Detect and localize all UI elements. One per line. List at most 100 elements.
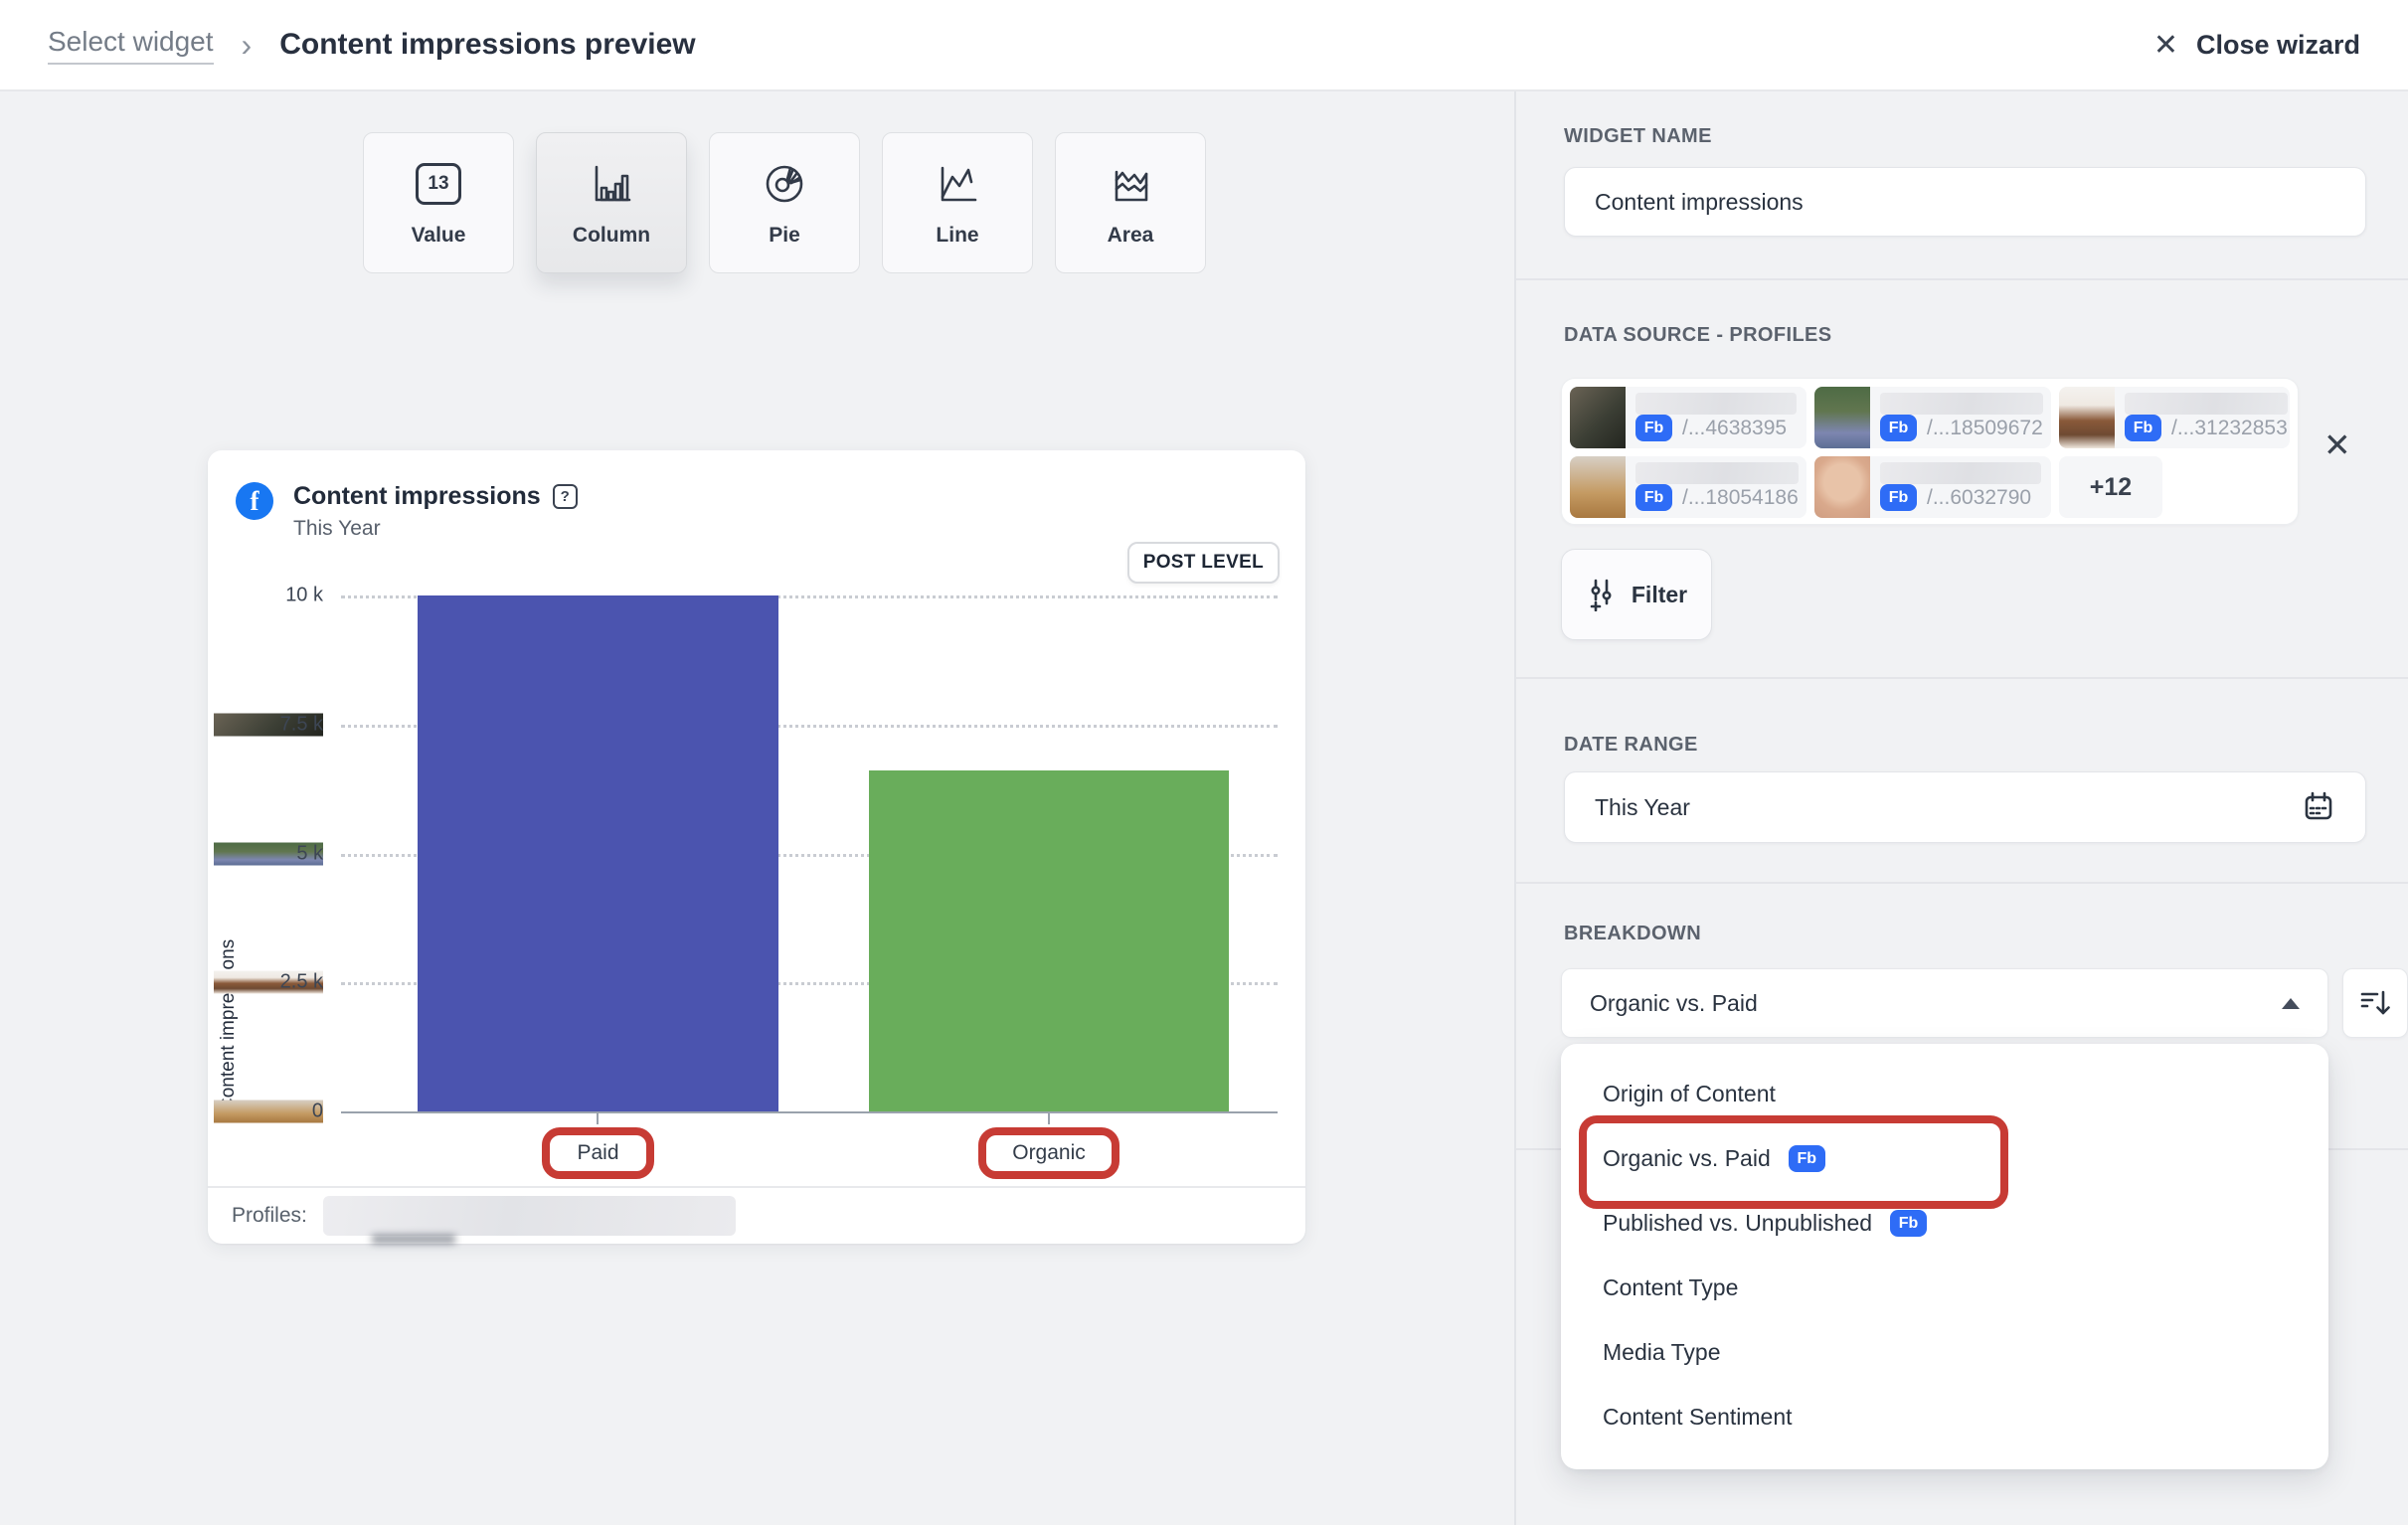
widget-type-label: Value — [412, 224, 466, 248]
close-wizard-label: Close wizard — [2196, 30, 2360, 61]
date-range-input[interactable]: This Year — [1564, 771, 2366, 843]
chart-subtitle: This Year — [293, 517, 578, 541]
widget-type-pie[interactable]: Pie — [709, 132, 860, 273]
facebook-badge: Fb — [1880, 415, 1917, 441]
menu-item-label: Published vs. Unpublished — [1603, 1210, 1872, 1237]
facebook-badge: Fb — [1635, 484, 1672, 511]
widget-type-line[interactable]: Line — [882, 132, 1033, 273]
profile-id: /...4638395 — [1682, 417, 1787, 440]
profile-id: /...18054186 — [1682, 486, 1799, 510]
remove-data-source-icon[interactable]: ✕ — [2323, 425, 2351, 464]
profile-chip[interactable]: Fb /...31232853 — [2059, 387, 2290, 448]
bar-chart: Content impressions 10 k 7.5 k 5 k 2.5 k… — [341, 595, 1278, 1111]
area-chart-icon — [1107, 158, 1154, 210]
menu-item-label: Media Type — [1603, 1339, 1720, 1366]
bar-paid[interactable] — [418, 595, 778, 1111]
blurred-profile-name — [1635, 462, 1799, 484]
filter-button-label: Filter — [1632, 582, 1687, 608]
menu-item-label: Origin of Content — [1603, 1081, 1776, 1107]
menu-item-published-vs-unpublished[interactable]: Published vs. Unpublished Fb — [1561, 1191, 2328, 1256]
profile-avatar — [2059, 387, 2115, 448]
facebook-badge: Fb — [1890, 1210, 1927, 1237]
widget-type-value[interactable]: 13 Value — [363, 132, 514, 273]
profile-avatar — [1814, 387, 1870, 448]
blurred-profile-name — [1635, 393, 1797, 415]
breakdown-dropdown-menu: Origin of Content Organic vs. Paid Fb Pu… — [1561, 1044, 2328, 1469]
date-range-label: DATE RANGE — [1564, 734, 1698, 757]
date-range-value: This Year — [1595, 794, 1690, 821]
y-tick-label: 10 k — [214, 585, 323, 607]
profiles-label: Profiles: — [232, 1204, 307, 1228]
widget-type-label: Pie — [769, 224, 800, 248]
breakdown-label: BREAKDOWN — [1564, 923, 1701, 945]
widget-type-label: Column — [573, 224, 650, 248]
blurred-profile-name — [2125, 393, 2288, 415]
widget-name-input[interactable] — [1564, 167, 2366, 237]
y-tick-label: 2.5 k — [214, 971, 323, 994]
chart-title: Content impressions — [293, 482, 541, 511]
profile-id: /...18509672 — [1927, 417, 2043, 440]
profiles-container: Fb /...4638395 Fb /...18509672 Fb /...31… — [1561, 378, 2299, 525]
menu-item-label: Content Sentiment — [1603, 1404, 1793, 1431]
menu-item-label: Organic vs. Paid — [1603, 1145, 1771, 1172]
section-divider — [1516, 278, 2408, 280]
menu-item-origin-of-content[interactable]: Origin of Content — [1561, 1062, 2328, 1126]
chart-preview-card: f Content impressions ? This Year POST L… — [208, 450, 1305, 1244]
x-category-label: Organic — [1012, 1141, 1086, 1164]
calendar-icon — [2302, 790, 2335, 824]
profile-avatar — [1570, 387, 1626, 448]
caret-up-icon — [2282, 998, 2300, 1009]
close-wizard-button[interactable]: ✕ Close wizard — [2153, 28, 2360, 63]
menu-item-content-type[interactable]: Content Type — [1561, 1256, 2328, 1320]
pie-chart-icon — [761, 158, 808, 210]
filter-button[interactable]: Filter — [1561, 549, 1712, 640]
breakdown-selected-value: Organic vs. Paid — [1590, 990, 1758, 1017]
chevron-right-icon: › — [242, 27, 253, 64]
annotation-box-paid: Paid — [542, 1127, 654, 1179]
widget-type-selector: 13 Value Column — [363, 132, 1206, 273]
cut-off-text — [372, 1235, 455, 1244]
facebook-badge: Fb — [1635, 415, 1672, 441]
value-widget-icon: 13 — [416, 158, 461, 210]
column-chart-icon — [588, 158, 635, 210]
settings-sidebar: WIDGET NAME DATA SOURCE - PROFILES Fb /.… — [1514, 91, 2408, 1525]
facebook-badge: Fb — [2125, 415, 2161, 441]
breakdown-select[interactable]: Organic vs. Paid — [1561, 968, 2328, 1038]
profile-chip[interactable]: Fb /...6032790 — [1814, 456, 2051, 518]
topbar: Select widget › Content impressions prev… — [0, 0, 2408, 91]
chart-card-footer: Profiles: — [208, 1186, 1305, 1244]
y-tick-label: 7.5 k — [214, 713, 323, 736]
menu-item-organic-vs-paid[interactable]: Organic vs. Paid Fb — [1561, 1126, 2328, 1191]
profile-avatar — [1570, 456, 1626, 518]
widget-type-label: Line — [936, 224, 978, 248]
blurred-profiles-value — [323, 1196, 736, 1236]
menu-item-content-sentiment[interactable]: Content Sentiment — [1561, 1385, 2328, 1449]
profile-chip[interactable]: Fb /...18054186 — [1570, 456, 1806, 518]
widget-wizard: Select widget › Content impressions prev… — [0, 0, 2408, 1525]
data-source-label: DATA SOURCE - PROFILES — [1564, 324, 1832, 347]
profile-avatar — [1814, 456, 1870, 518]
facebook-badge: Fb — [1789, 1145, 1825, 1172]
close-icon: ✕ — [2153, 28, 2178, 63]
sort-descending-icon — [2358, 988, 2392, 1018]
section-divider — [1516, 882, 2408, 884]
widget-type-label: Area — [1108, 224, 1154, 248]
widget-type-column[interactable]: Column — [536, 132, 687, 273]
profile-chip[interactable]: Fb /...18509672 — [1814, 387, 2051, 448]
sort-button[interactable] — [2342, 968, 2408, 1038]
y-tick-label: 5 k — [214, 842, 323, 865]
facebook-icon: f — [236, 482, 273, 520]
bar-organic[interactable] — [869, 770, 1229, 1111]
menu-item-label: Content Type — [1603, 1274, 1738, 1301]
menu-item-media-type[interactable]: Media Type — [1561, 1320, 2328, 1385]
page-title: Content impressions preview — [279, 28, 695, 62]
x-tick-mark — [1048, 1111, 1050, 1124]
profile-chip[interactable]: Fb /...4638395 — [1570, 387, 1806, 448]
help-icon[interactable]: ? — [553, 484, 578, 509]
y-tick-label: 0 — [214, 1101, 323, 1123]
breadcrumb-select-widget[interactable]: Select widget — [48, 26, 214, 65]
x-category-label: Paid — [577, 1141, 618, 1164]
profiles-overflow-chip[interactable]: +12 — [2059, 456, 2162, 518]
widget-type-area[interactable]: Area — [1055, 132, 1206, 273]
x-tick-mark — [597, 1111, 599, 1124]
